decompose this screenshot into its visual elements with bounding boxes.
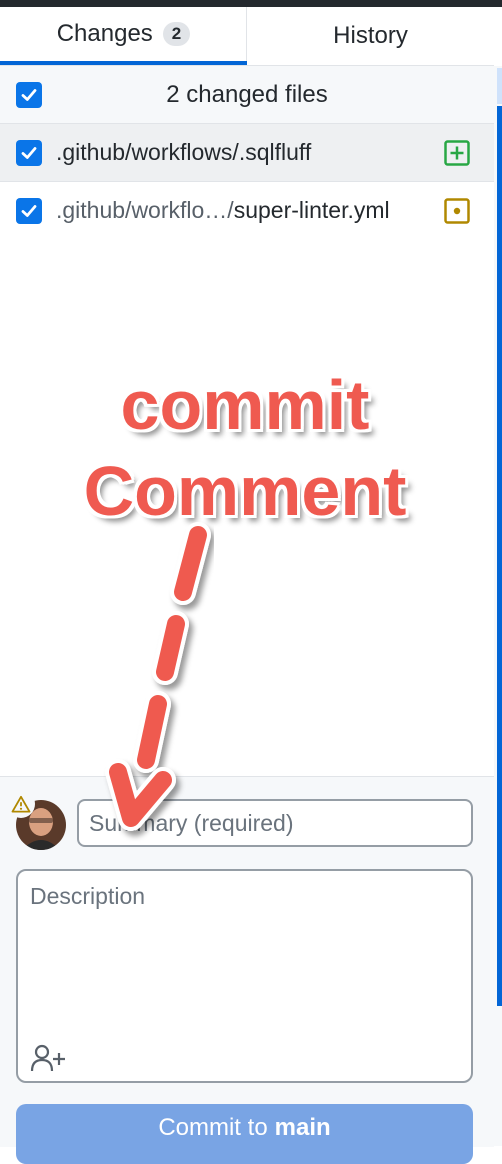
file-path: .github/workflo…/super-linter.yml: [56, 197, 390, 224]
description-placeholder: Description: [30, 883, 146, 909]
warning-badge[interactable]: [7, 790, 35, 818]
tab-history[interactable]: History: [247, 7, 494, 65]
diff-pane-edge: [494, 66, 502, 1146]
file-name: .sqlfluff: [238, 139, 312, 165]
commit-branch-name: main: [274, 1114, 331, 1141]
file-modified-icon: [444, 197, 470, 224]
commit-button[interactable]: Commit to main: [16, 1104, 473, 1164]
annotation-line-2: Comment: [83, 452, 407, 530]
checkbox-checked-icon: [21, 88, 37, 101]
select-all-checkbox[interactable]: [16, 81, 42, 108]
checkbox-checked-icon: [21, 204, 37, 217]
changes-count-badge: 2: [162, 22, 191, 46]
file-list-item[interactable]: .github/workflo…/super-linter.yml: [0, 182, 494, 240]
changed-files-header: 2 changed files: [0, 66, 494, 124]
annotation-line-1: commit: [120, 366, 370, 444]
tab-changes[interactable]: Changes 2: [0, 7, 247, 65]
add-coauthor-icon[interactable]: [30, 1043, 66, 1073]
file-path: .github/workflows/.sqlfluff: [56, 139, 311, 166]
file-name: super-linter.yml: [233, 197, 390, 223]
annotation-text: commit Comment: [60, 362, 430, 534]
warning-icon: [11, 795, 31, 813]
commit-button-label: Commit to: [158, 1114, 268, 1141]
summary-input[interactable]: Summary (required): [77, 799, 473, 847]
checkbox-checked-icon: [21, 146, 37, 159]
file-dir: .github/workflows/: [56, 139, 239, 165]
file-checkbox[interactable]: [16, 139, 42, 166]
tab-bar: Changes 2 History: [0, 7, 494, 66]
window-top-bar: [0, 0, 502, 7]
file-list-item[interactable]: .github/workflows/.sqlfluff: [0, 124, 494, 182]
file-checkbox[interactable]: [16, 197, 42, 224]
file-dir: .github/workflo…/: [56, 197, 234, 223]
description-textarea[interactable]: Description: [16, 869, 473, 1083]
summary-placeholder: Summary (required): [89, 809, 294, 836]
tab-changes-label: Changes: [56, 20, 153, 47]
tab-history-label: History: [333, 22, 408, 49]
file-added-icon: [444, 139, 470, 166]
changed-files-count: 2 changed files: [166, 80, 328, 108]
